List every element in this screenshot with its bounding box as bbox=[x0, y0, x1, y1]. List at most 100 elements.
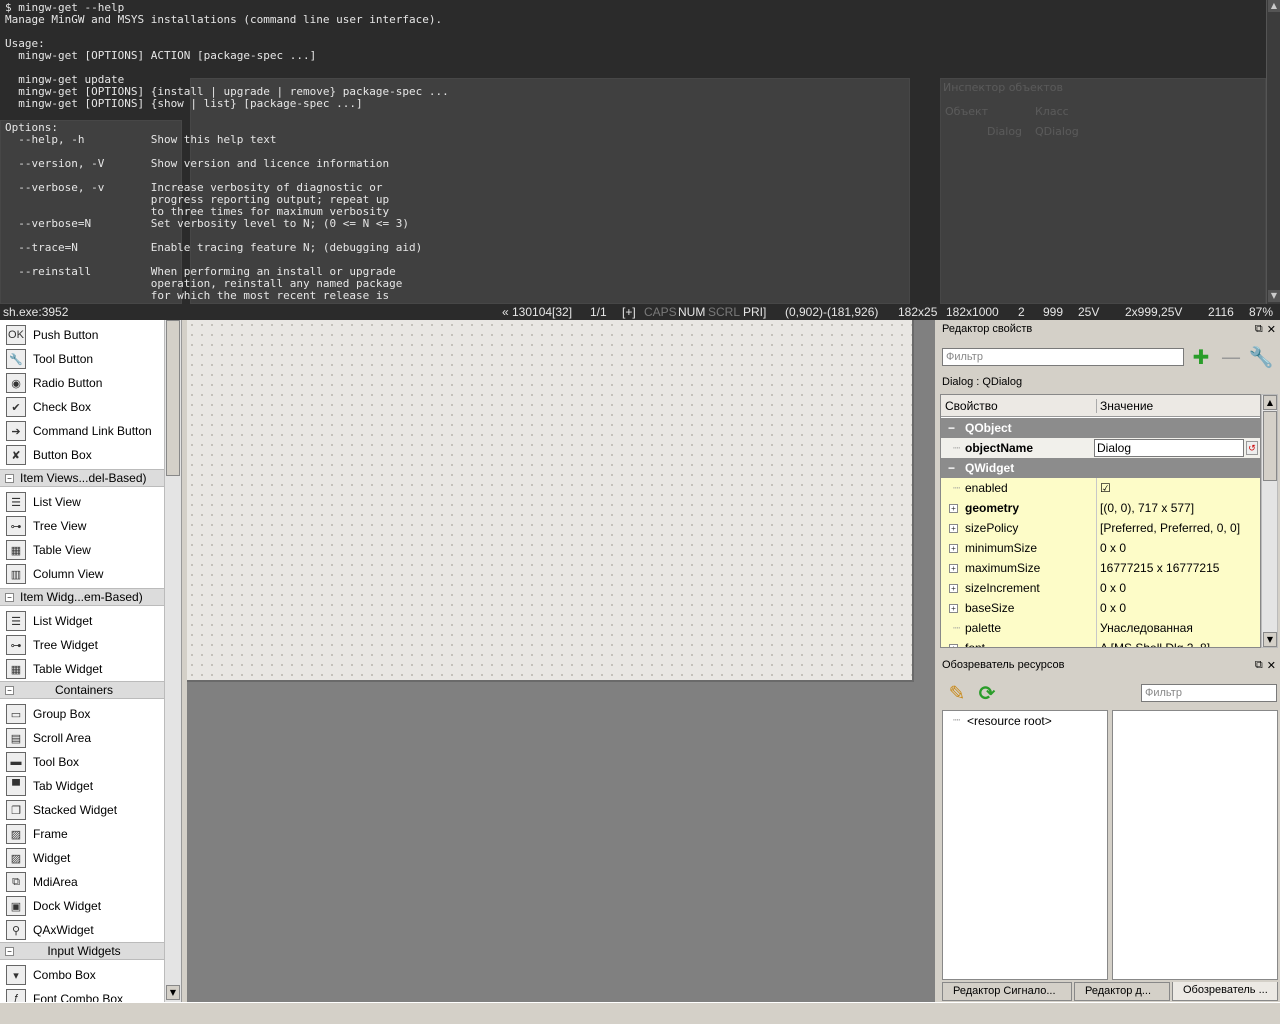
widget-item-scroll-area[interactable]: ▤ Scroll Area bbox=[0, 726, 164, 750]
widget-item-stacked-widget[interactable]: ❐ Stacked Widget bbox=[0, 798, 164, 822]
property-value[interactable]: [(0, 0), 717 x 577] bbox=[1096, 498, 1194, 518]
property-row-enabled[interactable]: ┈ enabled ☑ bbox=[941, 478, 1260, 498]
collapse-icon[interactable]: − bbox=[5, 473, 14, 483]
property-row-minimumsize[interactable]: + minimumSize 0 x 0 bbox=[941, 538, 1260, 558]
category-label: Input Widgets bbox=[47, 944, 121, 958]
category-label: Item Views...del-Based) bbox=[20, 471, 147, 485]
widget-item-list-view[interactable]: ☰ List View bbox=[0, 490, 164, 514]
dock-tab[interactable]: Редактор Сигнало... bbox=[942, 982, 1072, 1001]
widget-item-list-widget[interactable]: ☰ List Widget bbox=[0, 609, 164, 633]
console-window[interactable]: Инспектор объектов Объект Класс Dialog Q… bbox=[0, 0, 1266, 304]
property-row-font[interactable]: + font A [MS Shell Dlg 2, 8] bbox=[941, 638, 1260, 647]
widget-item-table-view[interactable]: ▦ Table View bbox=[0, 538, 164, 562]
property-row-basesize[interactable]: + baseSize 0 x 0 bbox=[941, 598, 1260, 618]
remove-property-icon[interactable]: — bbox=[1218, 344, 1244, 370]
widget-item-group-box[interactable]: ▭ Group Box bbox=[0, 702, 164, 726]
dock-tab[interactable]: Обозреватель ... bbox=[1172, 982, 1278, 1001]
widgetbox-scrollbar[interactable]: ▼ bbox=[164, 320, 181, 1002]
widget-category[interactable]: − Input Widgets bbox=[0, 942, 164, 960]
collapse-icon[interactable]: − bbox=[5, 592, 14, 602]
property-row-qwidget[interactable]: − QWidget bbox=[941, 458, 1260, 478]
close-icon[interactable]: ✕ bbox=[1267, 323, 1276, 336]
widget-item-check-box[interactable]: ✔ Check Box bbox=[0, 395, 164, 419]
widget-item-table-widget[interactable]: ▦ Table Widget bbox=[0, 657, 164, 681]
expand-icon[interactable]: + bbox=[949, 544, 958, 553]
widget-category[interactable]: − Containers bbox=[0, 681, 164, 699]
widget-item-font-combo-box[interactable]: 𝑓 Font Combo Box bbox=[0, 987, 164, 1002]
collapse-icon[interactable]: − bbox=[948, 458, 955, 478]
widget-item-column-view[interactable]: ▥ Column View bbox=[0, 562, 164, 586]
widget-item-tool-button[interactable]: 🔧 Tool Button bbox=[0, 347, 164, 371]
expand-icon[interactable]: + bbox=[949, 604, 958, 613]
widget-item-tool-box[interactable]: ▬ Tool Box bbox=[0, 750, 164, 774]
property-value[interactable]: [Preferred, Preferred, 0, 0] bbox=[1096, 518, 1240, 538]
float-icon[interactable]: ⧉ bbox=[1255, 659, 1263, 672]
property-value[interactable]: Унаследованная bbox=[1096, 618, 1193, 638]
property-row-maximumsize[interactable]: + maximumSize 16777215 x 16777215 bbox=[941, 558, 1260, 578]
property-value[interactable]: 0 x 0 bbox=[1096, 538, 1126, 558]
expand-icon[interactable]: + bbox=[949, 504, 958, 513]
float-icon[interactable]: ⧉ bbox=[1255, 323, 1263, 336]
scroll-up-icon[interactable]: ▲ bbox=[1263, 395, 1277, 410]
property-scrollbar[interactable]: ▲ ▼ bbox=[1261, 394, 1278, 648]
dock-tab[interactable]: Редактор д... bbox=[1074, 982, 1170, 1001]
widget-item-tree-view[interactable]: ⊶ Tree View bbox=[0, 514, 164, 538]
widget-item-combo-box[interactable]: ▾ Combo Box bbox=[0, 963, 164, 987]
expand-icon[interactable]: + bbox=[949, 564, 958, 573]
resource-root[interactable]: <resource root> bbox=[967, 714, 1052, 728]
property-row-palette[interactable]: ┈ palette Унаследованная bbox=[941, 618, 1260, 638]
scroll-thumb[interactable] bbox=[1263, 411, 1277, 481]
property-row-qobject[interactable]: − QObject bbox=[941, 418, 1260, 438]
property-row-sizeincrement[interactable]: + sizeIncrement 0 x 0 bbox=[941, 578, 1260, 598]
widget-item-mdiarea[interactable]: ⧉ MdiArea bbox=[0, 870, 164, 894]
object-name-input[interactable]: Dialog bbox=[1094, 439, 1244, 457]
widget-item-qaxwidget[interactable]: ⚲ QAxWidget bbox=[0, 918, 164, 942]
scroll-thumb[interactable] bbox=[166, 320, 180, 476]
property-name: maximumSize bbox=[965, 561, 1041, 575]
resource-tree[interactable]: ┈ <resource root> bbox=[942, 710, 1108, 980]
widget-label: Tree Widget bbox=[33, 638, 98, 652]
edit-resources-icon[interactable]: ✎ bbox=[944, 680, 970, 706]
property-value[interactable]: 0 x 0 bbox=[1096, 598, 1126, 618]
property-value[interactable]: 16777215 x 16777215 bbox=[1096, 558, 1219, 578]
property-row-sizepolicy[interactable]: + sizePolicy [Preferred, Preferred, 0, 0] bbox=[941, 518, 1260, 538]
widget-label: MdiArea bbox=[33, 875, 78, 889]
scroll-up-icon[interactable]: ▲ bbox=[1268, 0, 1280, 12]
scroll-down-icon[interactable]: ▼ bbox=[1268, 290, 1280, 302]
property-editor: Редактор свойств ⧉ ✕ Фильтр ✚ — 🔧 Dialog… bbox=[940, 320, 1280, 656]
reload-icon[interactable]: ⟳ bbox=[974, 680, 1000, 706]
collapse-icon[interactable]: − bbox=[948, 418, 955, 438]
add-property-icon[interactable]: ✚ bbox=[1188, 344, 1214, 370]
close-icon[interactable]: ✕ bbox=[1267, 659, 1276, 672]
scroll-down-icon[interactable]: ▼ bbox=[1263, 632, 1277, 647]
expand-icon[interactable]: + bbox=[949, 584, 958, 593]
widget-item-command-link-button[interactable]: ➔ Command Link Button bbox=[0, 419, 164, 443]
collapse-icon[interactable]: − bbox=[5, 685, 14, 695]
widget-category[interactable]: − Item Widg...em-Based) bbox=[0, 588, 164, 606]
widget-item-radio-button[interactable]: ◉ Radio Button bbox=[0, 371, 164, 395]
configure-icon[interactable]: 🔧 bbox=[1248, 344, 1274, 370]
collapse-icon[interactable]: − bbox=[5, 946, 14, 956]
resource-filter-input[interactable]: Фильтр bbox=[1141, 684, 1277, 702]
scroll-down-icon[interactable]: ▼ bbox=[166, 985, 180, 1000]
property-value[interactable]: A [MS Shell Dlg 2, 8] bbox=[1096, 638, 1210, 647]
widget-category[interactable]: − Item Views...del-Based) bbox=[0, 469, 164, 487]
widget-item-frame[interactable]: ▨ Frame bbox=[0, 822, 164, 846]
resource-list[interactable] bbox=[1112, 710, 1278, 980]
property-value[interactable]: 0 x 0 bbox=[1096, 578, 1126, 598]
property-filter-input[interactable]: Фильтр bbox=[942, 348, 1184, 366]
dialog-form[interactable] bbox=[187, 320, 914, 682]
widget-item-tree-widget[interactable]: ⊶ Tree Widget bbox=[0, 633, 164, 657]
reset-icon[interactable]: ↺ bbox=[1246, 441, 1258, 455]
console-scrollbar[interactable]: ▲ ▼ bbox=[1266, 0, 1280, 304]
widget-item-button-box[interactable]: ✘ Button Box bbox=[0, 443, 164, 467]
widget-item-widget[interactable]: ▨ Widget bbox=[0, 846, 164, 870]
widget-item-dock-widget[interactable]: ▣ Dock Widget bbox=[0, 894, 164, 918]
expand-icon[interactable]: + bbox=[949, 524, 958, 533]
property-row-geometry[interactable]: + geometry [(0, 0), 717 x 577] bbox=[941, 498, 1260, 518]
widget-item-tab-widget[interactable]: ▀ Tab Widget bbox=[0, 774, 164, 798]
widget-item-push-button[interactable]: OK Push Button bbox=[0, 323, 164, 347]
property-value[interactable]: ☑ bbox=[1096, 478, 1111, 498]
property-row-objectname[interactable]: ┈ objectName Dialog ↺ bbox=[941, 438, 1260, 458]
expand-icon[interactable]: + bbox=[949, 644, 958, 647]
